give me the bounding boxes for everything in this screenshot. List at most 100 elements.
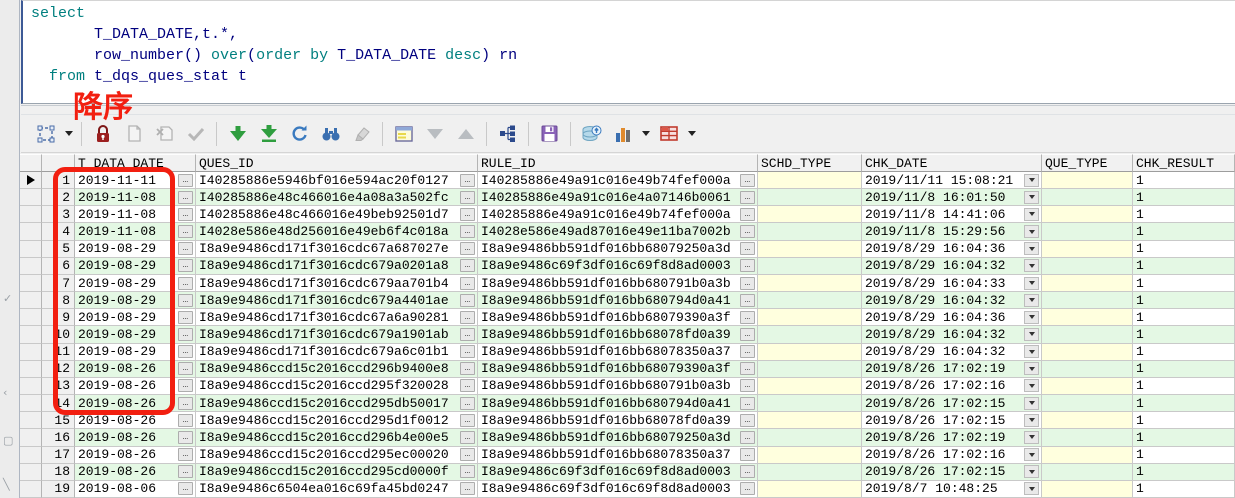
cell-ellipsis-button[interactable]: …: [178, 396, 193, 410]
cell-rule-id[interactable]: I8a9e9486bb591df016bb68078350a37…: [478, 446, 758, 464]
cell-t-data-date[interactable]: 2019-08-29…: [75, 257, 196, 275]
row-number-cell[interactable]: 16: [42, 429, 75, 447]
cell-schd-type[interactable]: [758, 377, 862, 396]
date-dropdown-button[interactable]: [1024, 396, 1039, 410]
cell-chk-date[interactable]: 2019/8/26 17:02:19: [862, 429, 1042, 447]
cell-chk-date[interactable]: 2019/8/29 16:04:36: [862, 240, 1042, 258]
cell-ques-id[interactable]: I8a9e9486cd171f3016cdc679a1901ab…: [196, 326, 478, 344]
cell-schd-type[interactable]: [758, 446, 862, 464]
cell-rule-id[interactable]: I8a9e9486bb591df016bb68078fd0a39…: [478, 326, 758, 344]
cell-ellipsis-button[interactable]: …: [178, 293, 193, 307]
cell-chk-result[interactable]: 1: [1133, 172, 1235, 190]
cell-rule-id[interactable]: I8a9e9486bb591df016bb68079390a3f…: [478, 309, 758, 327]
cell-ellipsis-button[interactable]: …: [178, 242, 193, 256]
cell-rule-id[interactable]: I8a9e9486bb591df016bb68079390a3f…: [478, 360, 758, 378]
cell-ellipsis-button[interactable]: …: [740, 293, 755, 307]
cell-chk-result[interactable]: 1: [1133, 360, 1235, 378]
find-button[interactable]: [315, 120, 346, 148]
cell-chk-date[interactable]: 2019/8/29 16:04:33: [862, 274, 1042, 293]
column-header-schd-type[interactable]: SCHD_TYPE: [758, 154, 862, 172]
cell-ellipsis-button[interactable]: …: [460, 465, 475, 479]
cell-ellipsis-button[interactable]: …: [740, 173, 755, 187]
cell-ques-id[interactable]: I40285886e48c466016e49beb92501d7…: [196, 206, 478, 224]
cell-que-type[interactable]: [1042, 377, 1133, 396]
cell-que-type[interactable]: [1042, 309, 1133, 327]
cell-schd-type[interactable]: [758, 240, 862, 258]
date-dropdown-button[interactable]: [1024, 259, 1039, 273]
cell-ellipsis-button[interactable]: …: [740, 207, 755, 221]
cell-ellipsis-button[interactable]: …: [178, 379, 193, 393]
cell-t-data-date[interactable]: 2019-08-29…: [75, 240, 196, 258]
cell-t-data-date[interactable]: 2019-08-26…: [75, 360, 196, 378]
cell-ellipsis-button[interactable]: …: [178, 225, 193, 239]
cell-schd-type[interactable]: [758, 463, 862, 481]
cell-ellipsis-button[interactable]: …: [740, 276, 755, 290]
cell-chk-result[interactable]: 1: [1133, 343, 1235, 361]
cell-chk-result[interactable]: 1: [1133, 446, 1235, 464]
cell-schd-type[interactable]: [758, 412, 862, 430]
cell-ques-id[interactable]: I8a9e9486cd171f3016cdc67a6a90281…: [196, 309, 478, 327]
row-number-cell[interactable]: 11: [42, 343, 75, 361]
delete-row-button[interactable]: [149, 120, 180, 148]
row-number-cell[interactable]: 15: [42, 412, 75, 430]
cell-ellipsis-button[interactable]: …: [460, 293, 475, 307]
row-number-cell[interactable]: 13: [42, 377, 75, 396]
cell-chk-result[interactable]: 1: [1133, 480, 1235, 498]
date-dropdown-button[interactable]: [1024, 293, 1039, 307]
cell-t-data-date[interactable]: 2019-08-26…: [75, 377, 196, 396]
column-header-que-type[interactable]: QUE_TYPE: [1042, 154, 1133, 172]
cell-rule-id[interactable]: I8a9e9486bb591df016bb68079250a3d…: [478, 240, 758, 258]
cell-ellipsis-button[interactable]: …: [178, 190, 193, 204]
row-number-cell[interactable]: 8: [42, 292, 75, 310]
row-number-cell[interactable]: 1: [42, 172, 75, 190]
cell-ellipsis-button[interactable]: …: [178, 276, 193, 290]
cell-que-type[interactable]: [1042, 463, 1133, 481]
date-dropdown-button[interactable]: [1024, 379, 1039, 393]
cell-chk-date[interactable]: 2019/11/8 16:01:50: [862, 189, 1042, 207]
cell-ellipsis-button[interactable]: …: [178, 362, 193, 376]
cell-t-data-date[interactable]: 2019-08-26…: [75, 429, 196, 447]
cell-ques-id[interactable]: I4028e586e48d256016e49eb6f4c018a…: [196, 223, 478, 241]
clear-button[interactable]: [346, 120, 377, 148]
cell-ellipsis-button[interactable]: …: [740, 242, 755, 256]
cell-schd-type[interactable]: [758, 274, 862, 293]
cell-rule-id[interactable]: I4028e586e49ad87016e49e11ba7002b…: [478, 223, 758, 241]
cell-ques-id[interactable]: I8a9e9486ccd15c2016ccd296b4e00e5…: [196, 429, 478, 447]
cell-chk-date[interactable]: 2019/11/8 15:29:56: [862, 223, 1042, 241]
cell-que-type[interactable]: [1042, 429, 1133, 447]
cell-ellipsis-button[interactable]: …: [460, 430, 475, 444]
cell-ques-id[interactable]: I8a9e9486ccd15c2016ccd295f320028…: [196, 377, 478, 396]
cell-ellipsis-button[interactable]: …: [460, 259, 475, 273]
chart-dropdown[interactable]: [638, 120, 653, 148]
cell-que-type[interactable]: [1042, 446, 1133, 464]
cell-ellipsis-button[interactable]: …: [178, 173, 193, 187]
cell-que-type[interactable]: [1042, 326, 1133, 344]
cell-ques-id[interactable]: I8a9e9486ccd15c2016ccd295db50017…: [196, 395, 478, 413]
cell-chk-date[interactable]: 2019/8/26 17:02:15: [862, 395, 1042, 413]
cell-ellipsis-button[interactable]: …: [460, 276, 475, 290]
cell-que-type[interactable]: [1042, 480, 1133, 498]
date-dropdown-button[interactable]: [1024, 207, 1039, 221]
cell-t-data-date[interactable]: 2019-08-26…: [75, 412, 196, 430]
cell-chk-result[interactable]: 1: [1133, 412, 1235, 430]
paste-row-button[interactable]: [118, 120, 149, 148]
cell-t-data-date[interactable]: 2019-11-08…: [75, 206, 196, 224]
cell-schd-type[interactable]: [758, 429, 862, 447]
row-number-cell[interactable]: 6: [42, 257, 75, 275]
cell-rule-id[interactable]: I40285886e49a91c016e49b74fef000a…: [478, 206, 758, 224]
column-header-rule-id[interactable]: RULE_ID: [478, 154, 758, 172]
date-dropdown-button[interactable]: [1024, 482, 1039, 496]
date-dropdown-button[interactable]: [1024, 276, 1039, 290]
date-dropdown-button[interactable]: [1024, 465, 1039, 479]
cell-ellipsis-button[interactable]: …: [460, 327, 475, 341]
cell-ellipsis-button[interactable]: …: [740, 396, 755, 410]
date-dropdown-button[interactable]: [1024, 327, 1039, 341]
cell-ellipsis-button[interactable]: …: [460, 362, 475, 376]
cell-chk-result[interactable]: 1: [1133, 240, 1235, 258]
cell-chk-date[interactable]: 2019/8/26 17:02:16: [862, 377, 1042, 396]
cell-t-data-date[interactable]: 2019-08-26…: [75, 395, 196, 413]
cell-schd-type[interactable]: [758, 343, 862, 361]
cell-que-type[interactable]: [1042, 240, 1133, 258]
row-number-cell[interactable]: 5: [42, 240, 75, 258]
cell-t-data-date[interactable]: 2019-11-08…: [75, 223, 196, 241]
